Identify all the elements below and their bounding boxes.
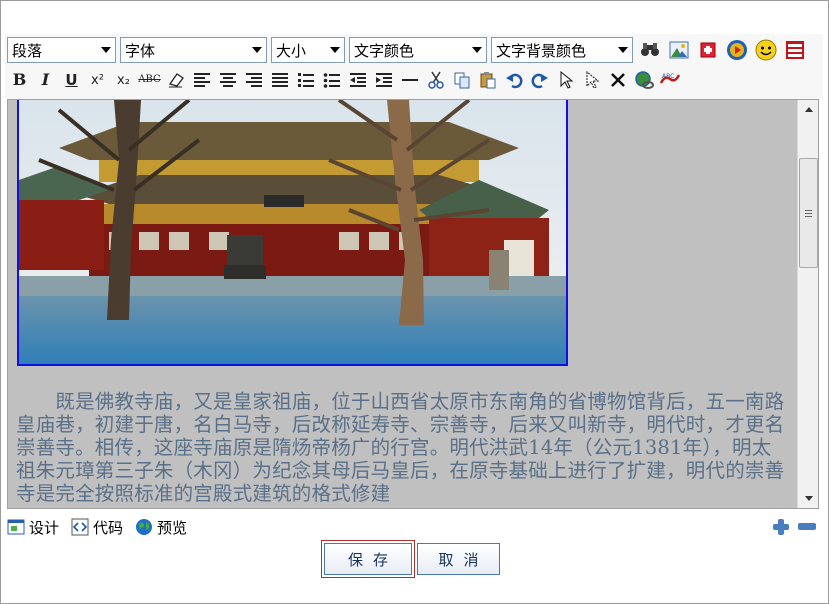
select-element-icon[interactable]	[579, 68, 604, 92]
code-mode-label: 代码	[93, 518, 124, 537]
editor-document[interactable]: 既是佛教寺庙，又是皇家祖庙，位于山西省太原市东南角的省博物馆背后，五一南路皇庙巷…	[8, 100, 797, 508]
toolbar-row-1: 段落 字体 大小 文字颜色 文字背景颜色	[7, 36, 807, 64]
superscript-button[interactable]: x²	[85, 68, 110, 92]
text-bg-color-dropdown-label: 文字背景颜色	[496, 41, 587, 60]
unordered-list-icon[interactable]	[319, 68, 344, 92]
chevron-down-icon	[618, 47, 628, 53]
delete-icon[interactable]	[605, 68, 630, 92]
scroll-thumb[interactable]	[799, 158, 818, 268]
editor-content-area[interactable]: 既是佛教寺庙，又是皇家祖庙，位于山西省太原市东南角的省博物馆背后，五一南路皇庙巷…	[7, 99, 819, 509]
chevron-down-icon	[472, 47, 482, 53]
svg-text:ABC: ABC	[662, 73, 674, 80]
resize-controls	[771, 518, 817, 536]
justify-icon[interactable]	[267, 68, 292, 92]
italic-button[interactable]: I	[33, 68, 58, 92]
redo-icon[interactable]	[527, 68, 552, 92]
text-color-dropdown-label: 文字颜色	[354, 41, 415, 60]
design-icon	[7, 519, 25, 535]
table-icon[interactable]	[695, 38, 720, 62]
design-mode-label: 设计	[29, 518, 60, 537]
paste-icon[interactable]	[475, 68, 500, 92]
outdent-icon[interactable]	[345, 68, 370, 92]
text-bg-color-dropdown[interactable]: 文字背景颜色	[491, 37, 633, 63]
paragraph-dropdown[interactable]: 段落	[7, 37, 116, 63]
align-center-icon[interactable]	[215, 68, 240, 92]
copy-icon[interactable]	[449, 68, 474, 92]
toolbar-row-2: B I U x² x₂ ABC ABC	[7, 67, 682, 93]
text-color-dropdown[interactable]: 文字颜色	[349, 37, 487, 63]
mode-bar: 设计 代码 预览	[7, 514, 819, 540]
editor-toolbar: 段落 字体 大小 文字颜色 文字背景颜色 B I U x² x₂ ABC ABC	[5, 34, 823, 99]
globe-icon	[136, 519, 153, 535]
strikethrough-button[interactable]: ABC	[137, 68, 162, 92]
undo-icon[interactable]	[501, 68, 526, 92]
article-paragraph[interactable]: 既是佛教寺庙，又是皇家祖庙，位于山西省太原市东南角的省博物馆背后，五一南路皇庙巷…	[16, 390, 788, 505]
chevron-down-icon	[252, 47, 262, 53]
preview-mode-label: 预览	[157, 518, 188, 537]
underline-button[interactable]: U	[59, 68, 84, 92]
scroll-up-button[interactable]	[799, 101, 818, 118]
eraser-icon[interactable]	[163, 68, 188, 92]
size-dropdown-label: 大小	[276, 41, 307, 60]
font-dropdown[interactable]: 字体	[120, 37, 267, 63]
unlink-icon[interactable]: ABC	[657, 68, 682, 92]
link-icon[interactable]	[631, 68, 656, 92]
find-icon[interactable]	[637, 38, 662, 62]
ordered-list-icon[interactable]	[293, 68, 318, 92]
editor-window: 段落 字体 大小 文字颜色 文字背景颜色 B I U x² x₂ ABC ABC…	[0, 0, 829, 604]
shrink-button[interactable]	[797, 518, 817, 536]
bold-button[interactable]: B	[7, 68, 32, 92]
size-dropdown[interactable]: 大小	[271, 37, 345, 63]
chevron-down-icon	[330, 47, 340, 53]
emoticon-icon[interactable]	[753, 38, 778, 62]
font-dropdown-label: 字体	[125, 41, 156, 60]
align-left-icon[interactable]	[189, 68, 214, 92]
arrow-up-icon	[804, 107, 813, 112]
design-mode-tab[interactable]: 设计	[7, 517, 59, 538]
code-mode-tab[interactable]: 代码	[71, 517, 123, 538]
arrow-down-icon	[804, 496, 813, 501]
minus-icon	[798, 523, 816, 530]
paragraph-dropdown-label: 段落	[12, 41, 43, 60]
special-char-icon[interactable]	[782, 38, 807, 62]
code-icon	[71, 518, 89, 536]
temple-photo[interactable]	[17, 100, 568, 366]
scroll-down-button[interactable]	[799, 490, 818, 507]
expand-button[interactable]	[771, 518, 791, 536]
horizontal-rule-icon[interactable]	[397, 68, 422, 92]
grip-icon	[805, 209, 812, 217]
image-icon[interactable]	[666, 38, 691, 62]
vertical-scrollbar[interactable]	[797, 100, 818, 508]
preview-mode-tab[interactable]: 预览	[135, 517, 187, 538]
pointer-icon[interactable]	[553, 68, 578, 92]
chevron-down-icon	[101, 47, 111, 53]
indent-icon[interactable]	[371, 68, 396, 92]
media-icon[interactable]	[724, 38, 749, 62]
cut-icon[interactable]	[423, 68, 448, 92]
save-button[interactable]: 保存	[321, 540, 415, 578]
align-right-icon[interactable]	[241, 68, 266, 92]
subscript-button[interactable]: x₂	[111, 68, 136, 92]
cancel-button[interactable]: 取消	[417, 543, 500, 575]
plus-icon	[773, 519, 789, 535]
